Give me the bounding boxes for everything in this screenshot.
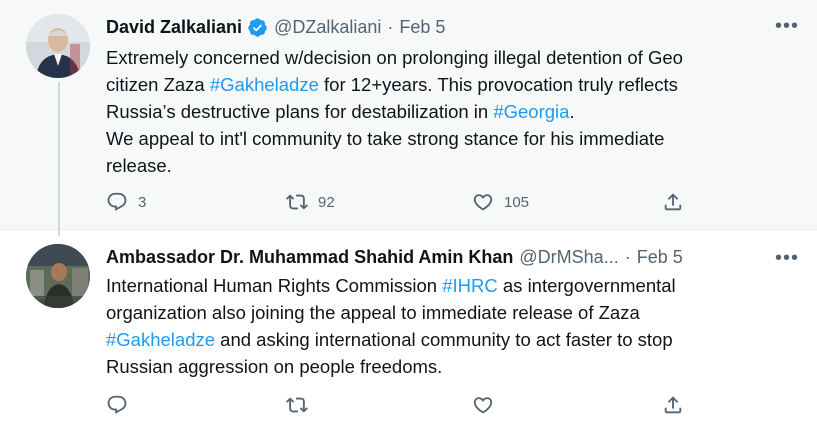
tweet-1-header: David Zalkaliani @DZalkaliani · Feb 5 xyxy=(106,14,737,40)
reply-count: 3 xyxy=(138,193,147,211)
tweet-text-line: International Human Rights Commission #I… xyxy=(106,272,786,299)
reply-icon xyxy=(107,395,127,414)
tweet-text-segment: International Human Rights Commission xyxy=(106,275,443,296)
like-button[interactable] xyxy=(472,393,494,417)
tweet-text-segment: Russian aggression on people freedoms. xyxy=(106,356,443,377)
more-options-icon[interactable]: ••• xyxy=(775,246,799,270)
retweet-icon xyxy=(286,194,308,210)
separator-dot: · xyxy=(387,16,394,37)
tweet-text-line: We appeal to int'l community to take str… xyxy=(106,125,786,152)
reply-button[interactable]: 3 xyxy=(106,190,146,214)
tweet-text-line: Russia’s destructive plans for destabili… xyxy=(106,98,786,125)
author-name[interactable]: Ambassador Dr. Muhammad Shahid Amin Khan xyxy=(106,247,513,268)
tweet-text-segment: and asking international community to ac… xyxy=(215,329,673,350)
tweet-text-line: release. xyxy=(106,152,786,179)
tweet-text-segment: organization also joining the appeal to … xyxy=(106,302,640,323)
tweet-text-line: Russian aggression on people freedoms. xyxy=(106,353,786,380)
more-options-icon[interactable]: ••• xyxy=(775,14,799,38)
tweet-2-actions xyxy=(106,393,706,417)
tweet-text-line: #Gakheladze and asking international com… xyxy=(106,326,786,353)
separator-dot: · xyxy=(624,246,631,267)
avatar-tweet-1[interactable] xyxy=(26,14,90,78)
tweet-1-text: Extremely concerned w/decision on prolon… xyxy=(106,44,786,179)
tweet-text-line: citizen Zaza #Gakheladze for 12+years. T… xyxy=(106,71,786,98)
hashtag-link[interactable]: #Gakheladze xyxy=(210,74,319,95)
retweet-icon xyxy=(286,397,308,413)
hashtag-link[interactable]: #IHRC xyxy=(442,275,498,296)
share-icon xyxy=(664,193,682,211)
like-icon xyxy=(473,397,493,414)
tweet-text-segment: citizen Zaza xyxy=(106,74,210,95)
tweet-text-line: organization also joining the appeal to … xyxy=(106,299,786,326)
hashtag-link[interactable]: #Gakheladze xyxy=(106,329,215,350)
tweet-text-segment: Extremely concerned w/decision on prolon… xyxy=(106,47,683,68)
tweet-text-segment: Russia’s destructive plans for destabili… xyxy=(106,101,494,122)
retweet-button[interactable] xyxy=(286,393,308,417)
like-button[interactable]: 105 xyxy=(472,190,529,214)
tweet-1-actions: 3 92 105 xyxy=(106,190,706,214)
retweet-count: 92 xyxy=(318,193,335,211)
verified-badge-icon xyxy=(248,17,267,37)
tweet-text-segment: We appeal to int'l community to take str… xyxy=(106,128,665,149)
tweet-text-line: Extremely concerned w/decision on prolon… xyxy=(106,44,786,71)
reply-icon xyxy=(107,192,127,211)
author-name[interactable]: David Zalkaliani xyxy=(106,17,242,38)
avatar-tweet-2[interactable] xyxy=(26,244,90,308)
thread-connector-line xyxy=(58,82,60,236)
share-icon xyxy=(664,396,682,414)
reply-button[interactable] xyxy=(106,393,128,417)
share-button[interactable] xyxy=(662,190,684,214)
tweet-2-text: International Human Rights Commission #I… xyxy=(106,272,786,380)
tweet-text-segment: as intergovernmental xyxy=(497,275,676,296)
tweet-text-segment: . xyxy=(569,101,575,122)
like-icon xyxy=(473,194,493,211)
like-count: 105 xyxy=(504,193,530,211)
hashtag-link[interactable]: #Georgia xyxy=(493,101,569,122)
retweet-button[interactable]: 92 xyxy=(286,190,335,214)
tweet-2-header: Ambassador Dr. Muhammad Shahid Amin Khan… xyxy=(106,244,737,270)
author-handle[interactable]: @DrMSha... xyxy=(519,247,618,268)
tweet-text-segment: release. xyxy=(106,155,172,176)
tweet-text-segment: for 12+years. This provocation truly ref… xyxy=(318,74,678,95)
tweet-date[interactable]: Feb 5 xyxy=(637,247,683,268)
share-button[interactable] xyxy=(662,393,684,417)
tweet-date[interactable]: Feb 5 xyxy=(399,17,445,38)
author-handle[interactable]: @DZalkaliani xyxy=(274,17,381,38)
